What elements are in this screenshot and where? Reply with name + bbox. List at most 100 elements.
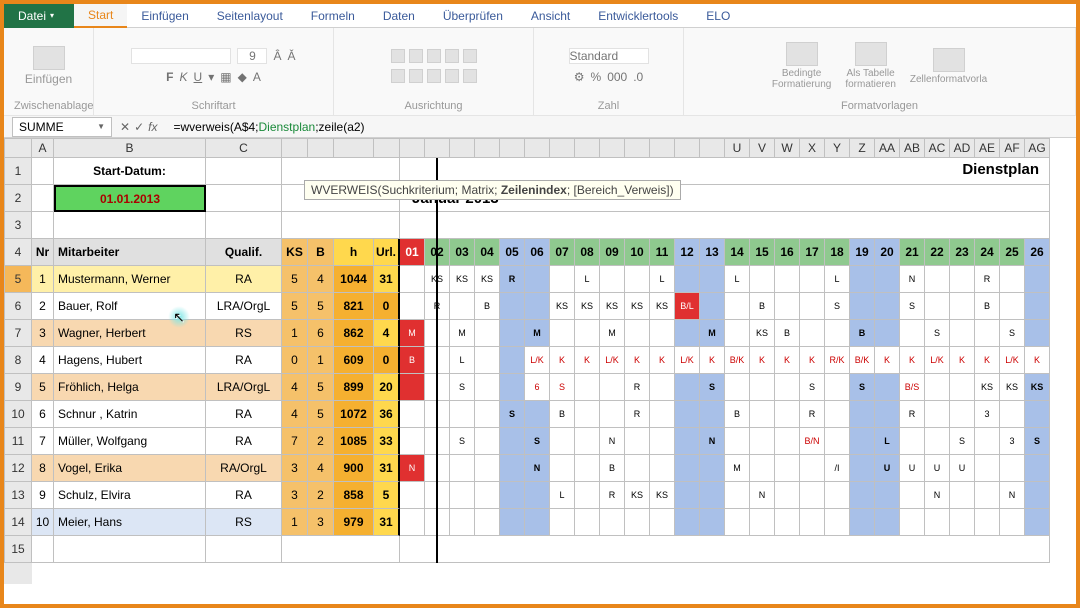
cell[interactable]: B (775, 320, 800, 347)
cell[interactable] (750, 455, 775, 482)
bold-button[interactable]: F (166, 70, 173, 84)
cell[interactable] (400, 482, 425, 509)
cell[interactable] (950, 320, 975, 347)
cell[interactable]: 4 (32, 347, 54, 374)
cell[interactable]: 7 (282, 428, 308, 455)
cell[interactable] (475, 347, 500, 374)
cell[interactable] (575, 509, 600, 536)
cell[interactable]: KS (450, 266, 475, 293)
col-header[interactable]: X (800, 138, 825, 158)
cell[interactable]: 31 (374, 509, 400, 536)
cell[interactable] (500, 374, 525, 401)
cell[interactable] (900, 509, 925, 536)
cell[interactable]: 36 (374, 401, 400, 428)
cell[interactable]: 01.01.2013 (54, 185, 206, 212)
cell[interactable]: 24 (975, 239, 1000, 266)
fx-icon[interactable]: fx (148, 120, 161, 134)
cell[interactable]: KS (550, 293, 575, 320)
accept-icon[interactable]: ✓ (134, 120, 144, 134)
cell[interactable] (575, 455, 600, 482)
cell[interactable]: KS (282, 239, 308, 266)
formula-input[interactable]: =wverweis(A$4;Dienstplan;zeile(a2) (169, 120, 1076, 134)
row-header[interactable]: 7 (4, 320, 32, 347)
cell[interactable]: 26 (1025, 239, 1050, 266)
row-header[interactable]: 3 (4, 212, 32, 239)
cell[interactable] (206, 185, 282, 212)
cell[interactable]: 9 (32, 482, 54, 509)
cell[interactable]: S (525, 428, 550, 455)
cell[interactable] (675, 428, 700, 455)
cell[interactable]: B/S (900, 374, 925, 401)
cell[interactable]: L/K (675, 347, 700, 374)
tab-insert[interactable]: Einfügen (127, 4, 202, 28)
cell[interactable]: RA (206, 401, 282, 428)
cell[interactable] (600, 374, 625, 401)
col-header[interactable] (400, 138, 425, 158)
cell[interactable]: 4 (282, 401, 308, 428)
cell[interactable] (725, 482, 750, 509)
cell[interactable] (650, 428, 675, 455)
cond-format-button[interactable]: Bedingte Formatierung (772, 42, 831, 90)
cell[interactable]: 03 (450, 239, 475, 266)
cell[interactable] (675, 320, 700, 347)
cell[interactable] (550, 320, 575, 347)
font-size[interactable] (237, 48, 267, 64)
cell[interactable]: 2 (32, 293, 54, 320)
cell[interactable]: 23 (950, 239, 975, 266)
cell[interactable]: 3 (308, 509, 334, 536)
tab-view[interactable]: Ansicht (517, 4, 584, 28)
col-header[interactable] (550, 138, 575, 158)
col-header[interactable]: C (206, 138, 282, 158)
cell[interactable]: 31 (374, 266, 400, 293)
cell[interactable]: U (925, 455, 950, 482)
cell[interactable] (550, 428, 575, 455)
cell[interactable]: KS (975, 374, 1000, 401)
col-header[interactable] (575, 138, 600, 158)
col-header[interactable]: U (725, 138, 750, 158)
cell[interactable] (800, 293, 825, 320)
cell[interactable]: 05 (500, 239, 525, 266)
cell[interactable]: 609 (334, 347, 374, 374)
col-header[interactable] (475, 138, 500, 158)
cell[interactable]: M (450, 320, 475, 347)
cell[interactable]: 16 (775, 239, 800, 266)
cell[interactable]: S (450, 428, 475, 455)
column-headers[interactable]: ABCUVWXYZAAABACADAEAFAG (32, 138, 1076, 158)
cell[interactable]: RA (206, 347, 282, 374)
cell[interactable] (700, 509, 725, 536)
cell[interactable] (650, 374, 675, 401)
currency-icon[interactable]: ⚙ (574, 70, 585, 84)
col-header[interactable] (650, 138, 675, 158)
cell[interactable] (800, 482, 825, 509)
col-header[interactable]: AF (1000, 138, 1025, 158)
cell[interactable] (750, 509, 775, 536)
cell[interactable]: 17 (800, 239, 825, 266)
select-all-corner[interactable] (4, 138, 32, 158)
cell[interactable] (206, 158, 282, 185)
cell[interactable]: KS (625, 293, 650, 320)
cell[interactable] (700, 293, 725, 320)
cell[interactable]: N (600, 428, 625, 455)
cell[interactable] (875, 401, 900, 428)
cell[interactable]: N (525, 455, 550, 482)
cell[interactable] (800, 509, 825, 536)
cell[interactable] (450, 509, 475, 536)
cell[interactable] (525, 482, 550, 509)
cell[interactable] (850, 293, 875, 320)
cell[interactable] (475, 509, 500, 536)
cell[interactable]: K (775, 347, 800, 374)
cell[interactable] (475, 455, 500, 482)
cell[interactable]: 5 (32, 374, 54, 401)
cell[interactable] (725, 293, 750, 320)
cell[interactable]: N (400, 455, 425, 482)
row-header[interactable]: 11 (4, 428, 32, 455)
cell[interactable]: 06 (525, 239, 550, 266)
cell[interactable] (600, 401, 625, 428)
cell[interactable] (975, 455, 1000, 482)
cell[interactable] (1025, 266, 1050, 293)
paste-button[interactable]: Einfügen (25, 46, 72, 86)
cell[interactable]: 900 (334, 455, 374, 482)
cell[interactable] (500, 455, 525, 482)
cell[interactable] (725, 509, 750, 536)
cell[interactable]: K (875, 347, 900, 374)
